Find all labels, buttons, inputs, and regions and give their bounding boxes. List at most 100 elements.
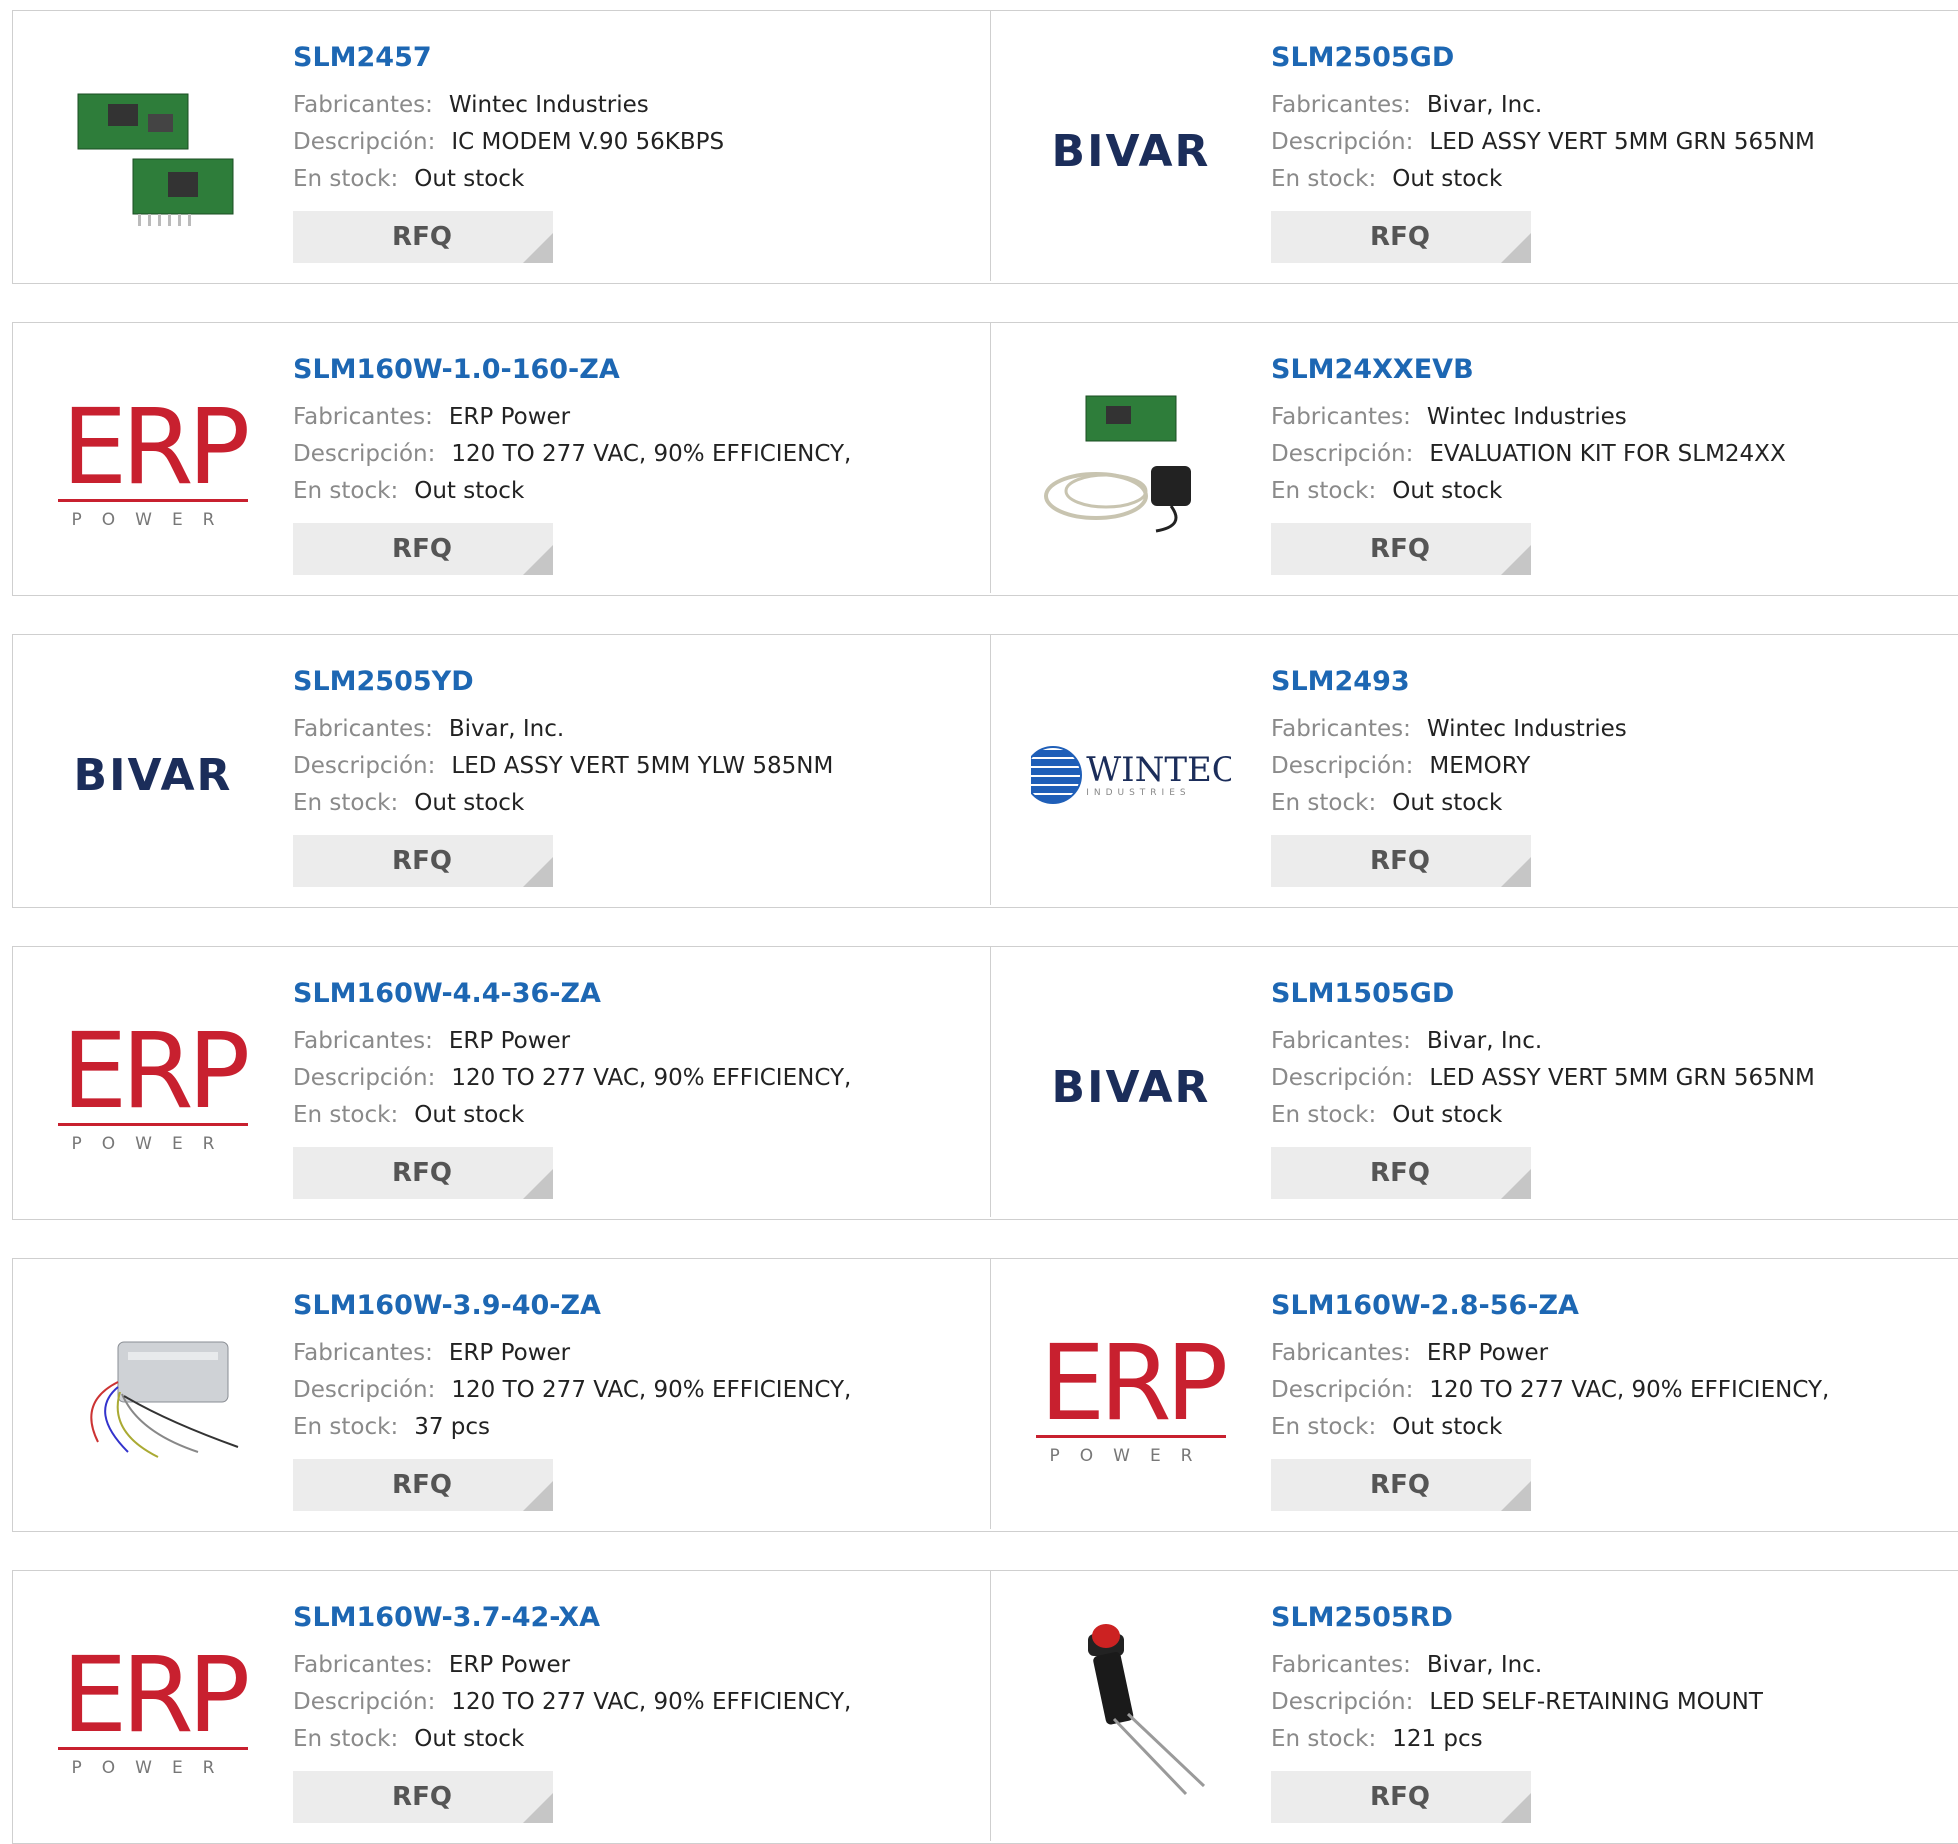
product-info: SLM160W-2.8-56-ZA Fabricantes: ERP Power … [1271, 1289, 1931, 1446]
product-card: BIVAR SLM2505YD Fabricantes: Bivar, Inc. … [13, 635, 991, 905]
manufacturer-label: Fabricantes: [1271, 1028, 1411, 1054]
part-number-link[interactable]: SLM2493 [1271, 665, 1931, 699]
description-value: EVALUATION KIT FOR SLM24XX [1429, 441, 1786, 467]
stock-value: Out stock [414, 1726, 525, 1752]
stock-line: En stock: Out stock [293, 161, 953, 198]
part-number-link[interactable]: SLM160W-4.4-36-ZA [293, 977, 953, 1011]
product-info: SLM2505GD Fabricantes: Bivar, Inc. Descri… [1271, 41, 1931, 198]
part-number-link[interactable]: SLM2505GD [1271, 41, 1931, 75]
product-image[interactable]: ERP POWER [53, 363, 253, 563]
product-image[interactable] [53, 51, 253, 251]
rfq-button[interactable]: RFQ [293, 835, 553, 887]
stock-label: En stock: [293, 1102, 399, 1128]
stock-line: En stock: 37 pcs [293, 1409, 953, 1446]
part-number-link[interactable]: SLM2505YD [293, 665, 953, 699]
description-line: Descripción: 120 TO 277 VAC, 90% EFFICIEN… [293, 436, 953, 473]
erp-power-logo: ERP POWER [58, 395, 250, 530]
description-label: Descripción: [1271, 1689, 1414, 1715]
rfq-button[interactable]: RFQ [1271, 1771, 1531, 1823]
part-number-link[interactable]: SLM2505RD [1271, 1601, 1931, 1635]
rfq-button[interactable]: RFQ [293, 1147, 553, 1199]
modem-board-photo [58, 54, 248, 248]
description-value: LED ASSY VERT 5MM YLW 585NM [451, 753, 834, 779]
erp-logo-mark: ERP [1039, 1321, 1229, 1444]
rfq-label: RFQ [392, 846, 452, 876]
product-image[interactable]: BIVAR [1031, 987, 1231, 1187]
product-info: SLM160W-1.0-160-ZA Fabricantes: ERP Power… [293, 353, 953, 510]
rfq-button[interactable]: RFQ [293, 1459, 553, 1511]
product-row: SLM160W-3.9-40-ZA Fabricantes: ERP Power … [12, 1258, 1958, 1532]
corner-fold-icon [523, 1481, 553, 1511]
rfq-button[interactable]: RFQ [1271, 835, 1531, 887]
product-image[interactable]: ERP POWER [53, 1611, 253, 1811]
part-number-link[interactable]: SLM1505GD [1271, 977, 1931, 1011]
product-image[interactable]: BIVAR [53, 675, 253, 875]
product-image[interactable]: BIVAR [1031, 51, 1231, 251]
stock-value: 121 pcs [1392, 1726, 1483, 1752]
manufacturer-value: Wintec Industries [448, 92, 649, 118]
product-card: SLM160W-3.9-40-ZA Fabricantes: ERP Power … [13, 1259, 991, 1529]
description-label: Descripción: [293, 1377, 436, 1403]
product-card: SLM2505RD Fabricantes: Bivar, Inc. Descri… [991, 1571, 1958, 1841]
rfq-button[interactable]: RFQ [1271, 1459, 1531, 1511]
part-number-link[interactable]: SLM160W-1.0-160-ZA [293, 353, 953, 387]
product-image[interactable]: ERP POWER [1031, 1299, 1231, 1499]
erp-logo-rule [58, 1746, 248, 1750]
corner-fold-icon [1501, 1481, 1531, 1511]
manufacturer-label: Fabricantes: [293, 1028, 433, 1054]
erp-logo-sub: POWER [71, 1757, 235, 1778]
stock-label: En stock: [1271, 1414, 1377, 1440]
manufacturer-value: ERP Power [1426, 1340, 1549, 1366]
description-value: 120 TO 277 VAC, 90% EFFICIENCY, [451, 1689, 852, 1715]
description-value: 120 TO 277 VAC, 90% EFFICIENCY, [451, 1377, 852, 1403]
stock-label: En stock: [293, 1726, 399, 1752]
part-number-link[interactable]: SLM24XXEVB [1271, 353, 1931, 387]
stock-value: Out stock [414, 478, 525, 504]
rfq-button[interactable]: RFQ [1271, 1147, 1531, 1199]
wintec-logo-text: WINTEC [1086, 750, 1231, 790]
product-info: SLM160W-3.9-40-ZA Fabricantes: ERP Power … [293, 1289, 953, 1446]
product-image[interactable]: WINTEC INDUSTRIES [1031, 675, 1231, 875]
product-info: SLM160W-4.4-36-ZA Fabricantes: ERP Power … [293, 977, 953, 1134]
stock-line: En stock: Out stock [293, 1721, 953, 1758]
rfq-button[interactable]: RFQ [293, 523, 553, 575]
manufacturer-line: Fabricantes: Bivar, Inc. [1271, 1023, 1931, 1060]
rfq-button[interactable]: RFQ [293, 1771, 553, 1823]
stock-label: En stock: [1271, 790, 1377, 816]
description-value: IC MODEM V.90 56KBPS [451, 129, 725, 155]
corner-fold-icon [1501, 857, 1531, 887]
product-image[interactable] [1031, 363, 1231, 563]
stock-label: En stock: [1271, 478, 1377, 504]
wintec-logo-sub: INDUSTRIES [1086, 788, 1191, 798]
stock-line: En stock: Out stock [293, 1097, 953, 1134]
product-card: ERP POWER SLM160W-4.4-36-ZA Fabricantes: E… [13, 947, 991, 1217]
rfq-label: RFQ [392, 222, 452, 252]
globe-icon [1031, 746, 1083, 804]
stock-label: En stock: [293, 1414, 399, 1440]
stock-label: En stock: [1271, 1102, 1377, 1128]
part-number-link[interactable]: SLM2457 [293, 41, 953, 75]
product-image[interactable]: ERP POWER [53, 987, 253, 1187]
product-info: SLM160W-3.7-42-XA Fabricantes: ERP Power … [293, 1601, 953, 1758]
stock-line: En stock: Out stock [1271, 785, 1931, 822]
part-number-link[interactable]: SLM160W-2.8-56-ZA [1271, 1289, 1931, 1323]
rfq-button[interactable]: RFQ [1271, 523, 1531, 575]
stock-line: En stock: Out stock [293, 785, 953, 822]
part-number-link[interactable]: SLM160W-3.9-40-ZA [293, 1289, 953, 1323]
rfq-button[interactable]: RFQ [1271, 211, 1531, 263]
rfq-button[interactable]: RFQ [293, 211, 553, 263]
product-image[interactable] [1031, 1611, 1231, 1811]
product-image[interactable] [53, 1299, 253, 1499]
description-label: Descripción: [293, 1065, 436, 1091]
manufacturer-value: ERP Power [448, 404, 571, 430]
manufacturer-value: Wintec Industries [1426, 404, 1627, 430]
rfq-label: RFQ [1370, 222, 1430, 252]
manufacturer-label: Fabricantes: [1271, 92, 1411, 118]
manufacturer-value: ERP Power [448, 1652, 571, 1678]
part-number-link[interactable]: SLM160W-3.7-42-XA [293, 1601, 953, 1635]
stock-label: En stock: [293, 478, 399, 504]
corner-fold-icon [1501, 1169, 1531, 1199]
product-info: SLM2457 Fabricantes: Wintec Industries De… [293, 41, 953, 198]
corner-fold-icon [1501, 545, 1531, 575]
product-card: SLM24XXEVB Fabricantes: Wintec Industries… [991, 323, 1958, 593]
